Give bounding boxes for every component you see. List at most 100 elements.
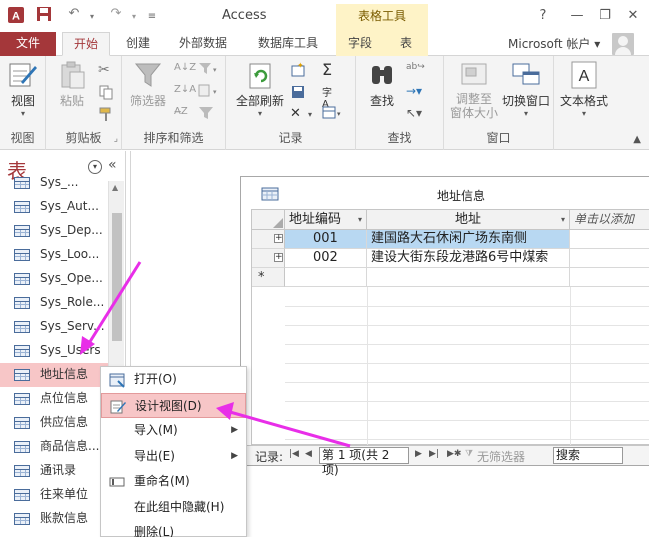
expand-plus-icon[interactable]: + (274, 234, 283, 243)
nav-table-item[interactable]: 往来单位 (0, 483, 108, 507)
next-record-icon[interactable]: ▶ (415, 449, 422, 459)
column-header-add-field[interactable]: 单击以添加 (570, 210, 649, 230)
no-filter-label[interactable]: 无筛选器 (477, 448, 525, 465)
tab-database-tools[interactable]: 数据库工具 (248, 32, 328, 56)
expand-plus-icon[interactable]: + (274, 253, 283, 262)
menu-item-rename[interactable]: 重命名(M) (101, 469, 246, 495)
nav-table-item[interactable]: Sys_Loo... (0, 243, 108, 267)
refresh-all-button[interactable]: 全部刷新 ▾ (232, 60, 288, 118)
nav-collapse-icon[interactable]: « (108, 157, 117, 173)
menu-item-design-view[interactable]: 设计视图(D) (101, 392, 246, 418)
toggle-filter-icon[interactable] (198, 106, 214, 122)
first-record-icon[interactable]: |◀ (289, 449, 299, 459)
column-header-address[interactable]: 地址 ▾ (367, 210, 570, 230)
format-painter-icon[interactable] (98, 106, 114, 122)
cell-empty[interactable] (570, 249, 649, 268)
nav-table-item[interactable]: Sys_Ope... (0, 267, 108, 291)
new-record-icon[interactable]: ✦ (290, 61, 306, 78)
cell-address[interactable]: 建设大街东段龙港路6号中煤索 (367, 249, 570, 268)
goto-icon[interactable]: →▾ (406, 84, 422, 100)
nav-table-item[interactable]: 地址信息 (0, 363, 108, 387)
prev-record-icon[interactable]: ◀ (305, 449, 312, 459)
undo-icon[interactable]: ↶ (64, 6, 84, 26)
copy-icon[interactable] (98, 84, 114, 100)
new-record-row[interactable]: * (252, 268, 649, 287)
table-row[interactable]: + 002 建设大街东段龙港路6号中煤索 (252, 249, 649, 268)
select-icon[interactable]: ↖▾ (406, 106, 422, 122)
tab-create[interactable]: 创建 (114, 32, 162, 56)
nav-scroll-thumb[interactable] (112, 213, 122, 341)
tab-fields[interactable]: 字段 (340, 32, 380, 56)
last-record-icon[interactable]: ▶| (429, 449, 439, 459)
menu-item-delete[interactable]: 删除(L) (101, 520, 246, 537)
save-icon[interactable] (34, 6, 54, 26)
tab-home[interactable]: 开始 (62, 32, 110, 56)
scroll-up-icon[interactable]: ▲ (112, 183, 118, 192)
restore-button[interactable]: ❐ (594, 7, 616, 25)
totals-icon[interactable]: Σ (322, 60, 338, 79)
menu-item-import[interactable]: 导入(M) ▶ (101, 418, 246, 444)
close-button[interactable]: ✕ (622, 7, 644, 25)
undo-dropdown-icon[interactable]: ▾ (82, 6, 102, 26)
select-all-corner[interactable] (252, 210, 285, 230)
help-button[interactable]: ? (532, 7, 554, 25)
customize-toolbar-icon[interactable]: ≡ (142, 6, 162, 26)
sort-descending-icon[interactable]: Z↓A (174, 84, 196, 100)
cell-code[interactable]: 002 (285, 249, 367, 268)
clipboard-launcher-icon[interactable]: ⌟ (114, 134, 118, 144)
record-selector[interactable]: + (252, 249, 285, 268)
nav-table-item[interactable]: Sys_Role... (0, 291, 108, 315)
cell-address[interactable]: 建国路大石休闲广场东南侧 (367, 230, 570, 249)
fit-to-form-button[interactable]: 调整至 窗体大小 (448, 60, 500, 120)
selection-filter-icon[interactable]: ▾ (198, 62, 217, 78)
cell-new[interactable] (285, 268, 367, 287)
account-menu[interactable]: Microsoft 帐户 ▾ (508, 35, 600, 52)
nav-table-item[interactable]: Sys_Users (0, 339, 108, 363)
nav-table-item[interactable]: Sys_... (0, 171, 108, 195)
nav-table-item[interactable]: 点位信息 (0, 387, 108, 411)
column-header-code[interactable]: 地址编码 ▾ (285, 210, 367, 230)
delete-record-icon[interactable]: ✕ (290, 106, 306, 122)
nav-table-item[interactable]: 账款信息 (0, 507, 108, 531)
cut-icon[interactable]: ✂ (98, 62, 114, 78)
collapse-ribbon-icon[interactable]: ▲ (633, 134, 641, 145)
cell-empty[interactable] (570, 230, 649, 249)
cell-new[interactable] (570, 268, 649, 287)
menu-item-export[interactable]: 导出(E) ▶ (101, 444, 246, 470)
record-selector[interactable]: + (252, 230, 285, 249)
tab-table[interactable]: 表 (388, 32, 424, 56)
spelling-icon[interactable]: 字A (322, 84, 338, 110)
nav-table-item[interactable]: 商品信息... (0, 435, 108, 459)
text-format-button[interactable]: A 文本格式 ▾ (558, 60, 610, 118)
save-record-icon[interactable] (290, 84, 306, 100)
new-record-nav-icon[interactable]: ▶✱ (447, 449, 461, 459)
more-icon[interactable]: ▾ (322, 106, 341, 122)
redo-dropdown-icon[interactable]: ▾ (124, 6, 144, 26)
replace-icon[interactable]: ab↪ (406, 62, 425, 78)
cell-new[interactable] (367, 268, 570, 287)
menu-item-hide-in-group[interactable]: 在此组中隐藏(H) (101, 495, 246, 521)
nav-table-item[interactable]: Sys_Serv... (0, 315, 108, 339)
nav-table-item[interactable]: 通讯录 (0, 459, 108, 483)
switch-windows-button[interactable]: 切换窗口 ▾ (500, 60, 552, 118)
nav-table-item[interactable]: Sys_Aut... (0, 195, 108, 219)
tab-external-data[interactable]: 外部数据 (166, 32, 240, 56)
search-input[interactable]: 搜索 (553, 447, 623, 464)
filter-button[interactable]: 筛选器 (126, 60, 170, 109)
nav-table-item[interactable]: 供应信息 (0, 411, 108, 435)
table-row[interactable]: + 001 建国路大石休闲广场东南侧 (252, 230, 649, 249)
tab-file[interactable]: 文件 (0, 32, 56, 56)
advanced-filter-icon[interactable]: ▾ (198, 84, 217, 100)
cell-code[interactable]: 001 (285, 230, 367, 249)
remove-sort-icon[interactable]: A̶Z (174, 106, 190, 122)
paste-button[interactable]: 粘贴 (54, 60, 90, 109)
minimize-button[interactable]: — (566, 7, 588, 25)
sort-ascending-icon[interactable]: A↓Z (174, 62, 196, 78)
avatar[interactable] (612, 33, 634, 55)
delete-dropdown-icon[interactable]: ▾ (308, 110, 312, 119)
view-button[interactable]: 视图 ▾ (6, 60, 40, 118)
nav-table-item[interactable]: Sys_Dep... (0, 219, 108, 243)
current-record-field[interactable]: 第 1 项(共 2 项) (319, 447, 409, 477)
menu-item-open[interactable]: 打开(O) (101, 367, 246, 393)
redo-icon[interactable]: ↷ (106, 6, 126, 26)
